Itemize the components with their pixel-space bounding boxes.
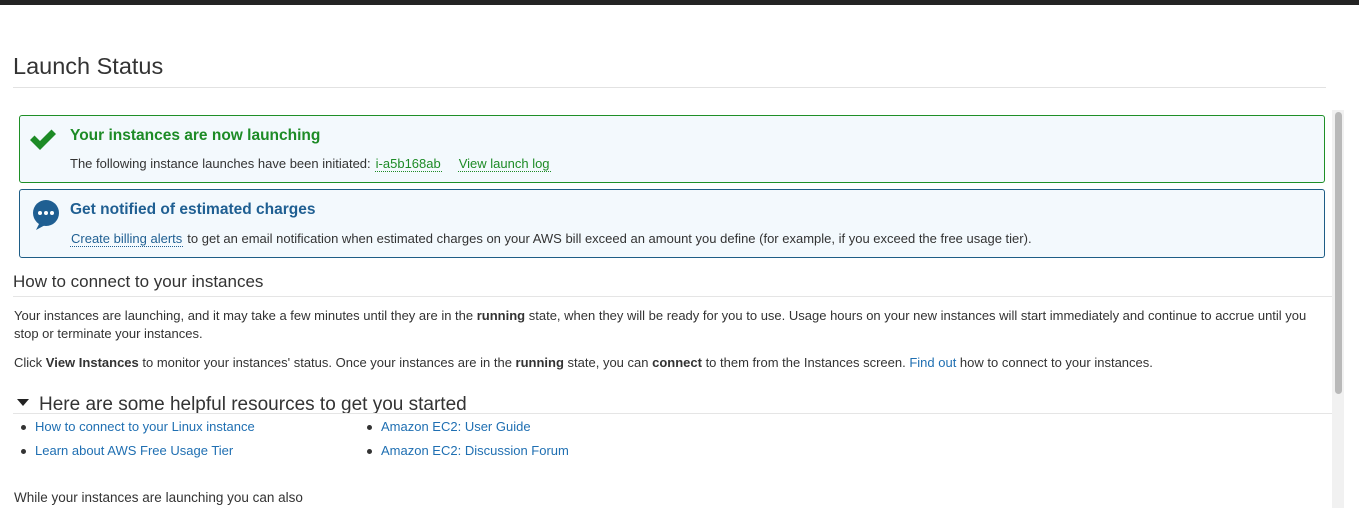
- free-usage-tier-link[interactable]: Learn about AWS Free Usage Tier: [35, 443, 233, 458]
- create-billing-alerts-link[interactable]: Create billing alerts: [70, 231, 184, 247]
- para2-view-instances: View Instances: [45, 355, 139, 370]
- list-item: Amazon EC2: Discussion Forum: [367, 442, 569, 466]
- para2-text-2: to monitor your instances' status. Once …: [138, 355, 516, 370]
- info-alert-text: Create billing alerts to get an email not…: [70, 230, 1032, 247]
- para2-text-3: state, you can: [563, 355, 653, 370]
- list-item: Amazon EC2: User Guide: [367, 418, 569, 442]
- checkmark-icon: [30, 129, 56, 150]
- chat-bubble-icon: [33, 200, 59, 230]
- list-item: Learn about AWS Free Usage Tier: [21, 442, 255, 466]
- resources-heading: Here are some helpful resources to get y…: [39, 394, 467, 415]
- launching-paragraph: Your instances are launching, and it may…: [14, 307, 1330, 343]
- top-bar: [0, 0, 1359, 5]
- info-alert-title: Get notified of estimated charges: [70, 201, 316, 218]
- para2-connect: connect: [652, 355, 702, 370]
- view-instances-paragraph: Click View Instances to monitor your ins…: [14, 354, 1330, 372]
- while-launching-text: While your instances are launching you c…: [14, 490, 303, 505]
- resources-list-left: How to connect to your Linux instance Le…: [21, 418, 255, 466]
- para2-text-1: Click: [14, 355, 46, 370]
- list-item: How to connect to your Linux instance: [21, 418, 255, 442]
- para1-running: running: [476, 308, 526, 323]
- para2-running: running: [515, 355, 564, 370]
- resources-divider: [13, 413, 1332, 414]
- connect-heading: How to connect to your instances: [13, 272, 264, 291]
- success-alert-message: The following instance launches have bee…: [70, 156, 371, 171]
- success-alert-title: Your instances are now launching: [70, 127, 321, 144]
- para2-text-4: to them from the Instances screen.: [701, 355, 910, 370]
- ec2-user-guide-link[interactable]: Amazon EC2: User Guide: [381, 419, 531, 434]
- title-divider: [13, 87, 1326, 88]
- page-title: Launch Status: [13, 53, 164, 79]
- resources-list-right: Amazon EC2: User Guide Amazon EC2: Discu…: [367, 418, 569, 466]
- info-alert: Get notified of estimated charges Create…: [19, 189, 1325, 258]
- scrollbar-thumb[interactable]: [1335, 112, 1342, 394]
- caret-down-icon: [17, 399, 29, 407]
- instance-id-link[interactable]: i-a5b168ab: [374, 156, 442, 172]
- view-launch-log-link[interactable]: View launch log: [457, 156, 551, 172]
- connect-divider: [13, 296, 1332, 297]
- ec2-discussion-forum-link[interactable]: Amazon EC2: Discussion Forum: [381, 443, 569, 458]
- info-alert-message: to get an email notification when estima…: [187, 231, 1032, 246]
- para2-text-5: how to connect to your instances.: [956, 355, 1153, 370]
- success-alert: Your instances are now launching The fol…: [19, 115, 1325, 183]
- para1-text-1: Your instances are launching, and it may…: [14, 308, 477, 323]
- success-alert-text: The following instance launches have bee…: [70, 155, 551, 172]
- connect-linux-instance-link[interactable]: How to connect to your Linux instance: [35, 419, 255, 434]
- find-out-link[interactable]: Find out: [909, 355, 956, 370]
